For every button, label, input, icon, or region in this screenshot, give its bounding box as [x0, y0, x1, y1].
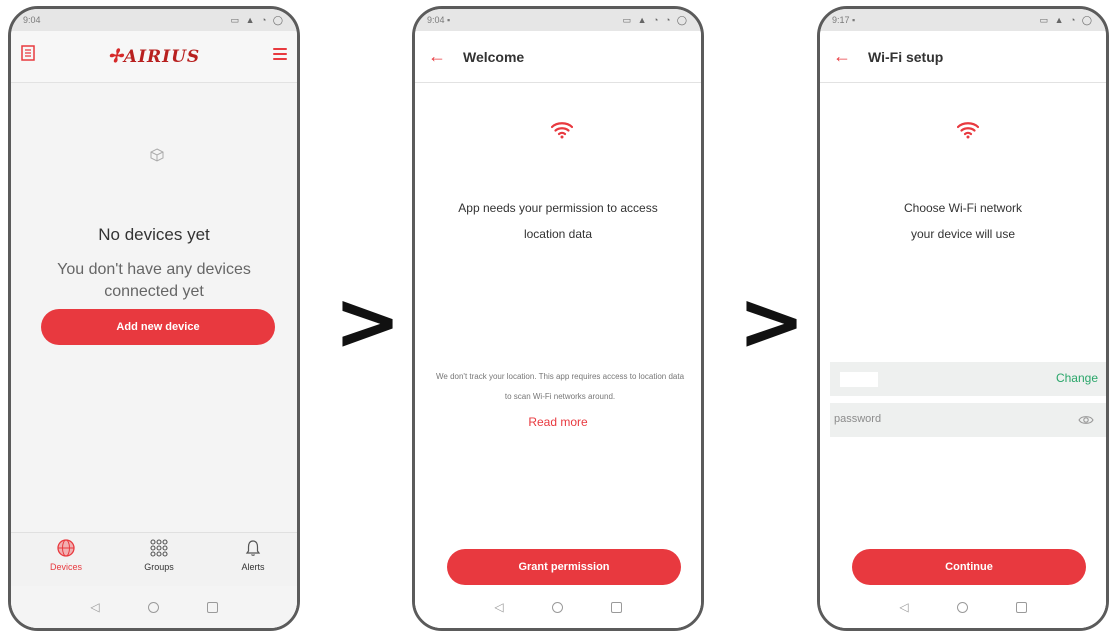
- step-arrow: >: [738, 275, 806, 368]
- choose-network-message: Choose Wi-Fi network your device will us…: [903, 201, 1023, 241]
- empty-state-subtitle: You don't have any devices connected yet: [57, 261, 251, 300]
- nav-back-icon[interactable]: ◁: [494, 600, 503, 614]
- system-nav-bar: ◁: [820, 586, 1106, 628]
- permission-message: App needs your permission to access loca…: [458, 201, 658, 241]
- tab-alerts[interactable]: Alerts: [223, 539, 283, 572]
- status-icons: ▭ ▲ ◔ ◯: [230, 14, 285, 25]
- back-arrow-icon[interactable]: ←: [822, 46, 862, 67]
- network-name-box: [840, 372, 878, 387]
- app-bar: ← Welcome: [415, 31, 701, 83]
- system-nav-bar: ◁: [11, 586, 297, 628]
- logo-fan-icon: ✢: [107, 46, 124, 67]
- bell-icon: [245, 540, 261, 556]
- wifi-icon: [957, 122, 979, 139]
- password-placeholder: password: [834, 413, 882, 425]
- page-title: Wi-Fi setup: [868, 48, 944, 65]
- change-network-link[interactable]: Change: [1056, 371, 1098, 385]
- nav-back-icon[interactable]: ◁: [90, 600, 99, 614]
- welcome-content: App needs your permission to access loca…: [415, 83, 701, 628]
- app-bar: ✢AIRIUS: [11, 31, 297, 83]
- devices-content: No devices yet You don't have any device…: [11, 83, 297, 628]
- tab-groups[interactable]: Groups: [129, 539, 189, 572]
- read-more-link[interactable]: Read more: [415, 415, 701, 429]
- status-icons: ▭ ▲ ◔ ◔ ◯: [622, 14, 689, 25]
- continue-button[interactable]: Continue: [852, 549, 1086, 585]
- add-new-device-button[interactable]: Add new device: [41, 309, 275, 345]
- status-time: 9:17 ▪: [832, 15, 856, 25]
- wifi-icon: [551, 122, 573, 139]
- tab-groups-label: Groups: [144, 562, 174, 572]
- cube-icon: [150, 148, 164, 162]
- tab-devices[interactable]: Devices: [36, 539, 96, 572]
- status-bar: 9:04 ▪ ▭ ▲ ◔ ◔ ◯: [415, 9, 701, 31]
- status-time: 9:04 ▪: [427, 15, 451, 25]
- nav-recents-icon[interactable]: [610, 601, 622, 613]
- status-time: 9:04: [23, 15, 41, 25]
- password-field[interactable]: password: [830, 403, 1106, 437]
- privacy-note: We don't track your location. This app r…: [435, 372, 685, 401]
- phone-screen-devices: 9:04 ▭ ▲ ◔ ◯ ✢AIRIUS No devices yet You …: [8, 6, 300, 631]
- building-icon[interactable]: [21, 45, 35, 61]
- system-nav-bar: ◁: [415, 586, 701, 628]
- nav-home-icon[interactable]: [956, 601, 968, 613]
- tab-devices-label: Devices: [49, 562, 82, 572]
- nav-recents-icon[interactable]: [206, 601, 218, 613]
- app-bar: ← Wi-Fi setup: [820, 31, 1106, 83]
- nav-home-icon[interactable]: [551, 601, 563, 613]
- status-icons: ▭ ▲ ◔ ◯: [1039, 14, 1094, 25]
- back-arrow-icon[interactable]: ←: [417, 46, 457, 67]
- wifi-setup-content: Choose Wi-Fi network your device will us…: [820, 83, 1106, 628]
- page-title: Welcome: [463, 48, 525, 65]
- empty-state-title: No devices yet: [98, 225, 210, 244]
- eye-icon[interactable]: [1078, 414, 1094, 426]
- status-bar: 9:17 ▪ ▭ ▲ ◔ ◯: [820, 9, 1106, 31]
- phone-screen-welcome: 9:04 ▪ ▭ ▲ ◔ ◔ ◯ ← Welcome App needs you…: [412, 6, 704, 631]
- nav-back-icon[interactable]: ◁: [899, 600, 908, 614]
- hamburger-menu-icon[interactable]: [273, 45, 287, 63]
- bottom-tab-bar: Devices Groups Alerts: [11, 532, 297, 586]
- network-row[interactable]: Change: [830, 362, 1106, 396]
- step-arrow: >: [334, 275, 402, 368]
- tab-alerts-label: Alerts: [241, 562, 265, 572]
- nav-home-icon[interactable]: [147, 601, 159, 613]
- nav-recents-icon[interactable]: [1015, 601, 1027, 613]
- grant-permission-button[interactable]: Grant permission: [447, 549, 681, 585]
- phone-screen-wifi-setup: 9:17 ▪ ▭ ▲ ◔ ◯ ← Wi-Fi setup Choose Wi-F…: [817, 6, 1109, 631]
- grid-dots-icon: [150, 539, 168, 557]
- airius-logo: ✢AIRIUS: [107, 46, 201, 67]
- status-bar: 9:04 ▭ ▲ ◔ ◯: [11, 9, 297, 31]
- globe-icon: [57, 539, 75, 557]
